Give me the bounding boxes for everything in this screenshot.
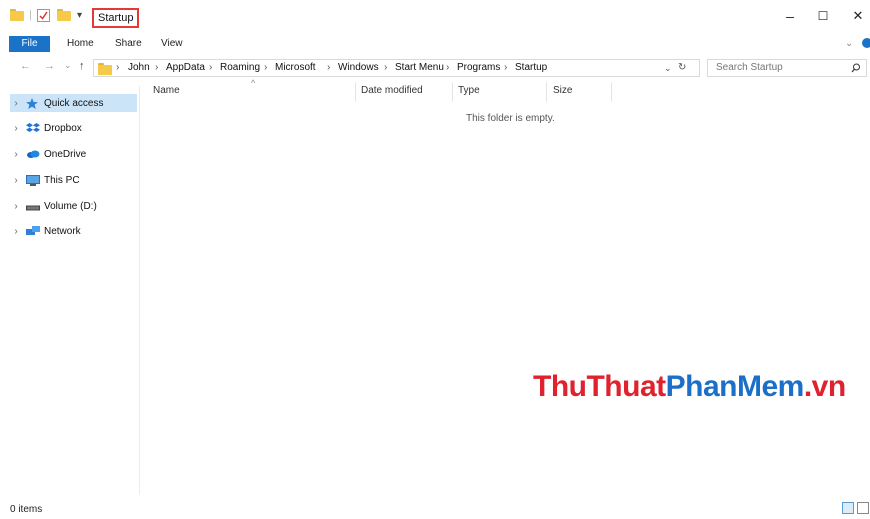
column-header-size[interactable]: Size [553,85,572,96]
properties-icon[interactable] [37,9,50,22]
empty-folder-message: This folder is empty. [466,113,555,124]
breadcrumb-appdata[interactable]: AppData [166,61,205,75]
chevron-right-icon[interactable]: › [10,226,22,237]
breadcrumb-microsoft[interactable]: Microsoft [275,61,316,75]
up-icon[interactable]: ↑ [79,60,85,72]
sidebar-item-label: OneDrive [44,148,87,160]
sidebar-item-network[interactable]: › Network [10,222,137,240]
search-placeholder: Search Startup [716,62,783,73]
sidebar-item-label: Network [44,225,81,237]
breadcrumb-windows[interactable]: Windows [338,61,379,75]
tab-share[interactable]: Share [115,36,142,52]
folder-icon [10,9,24,21]
search-input[interactable]: Search Startup [707,59,867,77]
chevron-right-icon[interactable]: › [10,123,22,134]
sidebar-item-dropbox[interactable]: › Dropbox [10,119,137,137]
breadcrumb-separator: › [116,62,120,73]
breadcrumb-programs[interactable]: Programs [457,61,500,75]
breadcrumb-roaming[interactable]: Roaming [220,61,260,75]
sidebar-item-onedrive[interactable]: › OneDrive [10,145,137,163]
computer-icon [26,175,40,186]
address-bar[interactable]: › John › AppData › Roaming › Microsoft ›… [93,59,700,77]
tab-view[interactable]: View [161,36,183,52]
maximize-button[interactable]: ☐ [808,8,838,24]
watermark-part-1: ThuThuat [533,370,666,403]
sidebar-item-label: This PC [44,174,80,186]
search-icon [851,63,861,76]
onedrive-icon [26,149,40,159]
sidebar-item-label: Dropbox [44,122,82,134]
dropbox-icon [26,123,40,133]
back-icon[interactable]: ← [20,60,31,72]
status-item-count: 0 items [10,504,43,515]
chevron-right-icon[interactable]: › [10,98,22,109]
large-icons-view-icon[interactable] [857,502,869,514]
breadcrumb-startup[interactable]: Startup [515,61,547,75]
new-folder-icon[interactable] [57,9,71,21]
chevron-right-icon[interactable]: › [10,149,22,160]
column-header-name[interactable]: Name [153,85,180,96]
tab-file[interactable]: File [9,36,50,52]
breadcrumb-separator: › [209,62,213,73]
sidebar-item-label: Quick access [44,97,104,109]
navigation-pane: › Quick access › Dropbox › OneDrive › Th… [0,86,140,495]
customize-quick-access-icon[interactable]: ▾ [77,10,82,21]
sidebar-item-volume-d[interactable]: › Volume (D:) [10,197,137,215]
breadcrumb-separator: › [446,62,450,73]
sidebar-item-quick-access[interactable]: › Quick access [10,94,137,112]
ribbon-expand-icon[interactable]: ⌄ [845,36,853,52]
details-view-icon[interactable] [842,502,854,514]
column-divider[interactable] [546,82,547,102]
close-button[interactable]: ✕ [843,8,870,24]
folder-icon [98,63,112,75]
breadcrumb-separator: › [264,62,268,73]
drive-icon [26,201,40,211]
breadcrumb-john[interactable]: John [128,61,150,75]
chevron-right-icon[interactable]: › [10,201,22,212]
address-dropdown-icon[interactable]: ⌄ [664,61,672,75]
chevron-right-icon[interactable]: › [10,175,22,186]
help-icon[interactable] [862,38,870,48]
minimize-button[interactable]: – [775,8,805,24]
column-divider[interactable] [355,82,356,102]
column-header-date-modified[interactable]: Date modified [361,85,423,96]
star-icon [26,98,40,109]
network-icon [26,226,40,236]
watermark-logo: ThuThuatPhanMem.vn [533,370,846,404]
column-header-type[interactable]: Type [458,85,480,96]
sidebar-item-label: Volume (D:) [44,200,97,212]
column-divider[interactable] [611,82,612,102]
window-title: Startup [92,8,139,28]
watermark-part-2: PhanMem [665,370,805,403]
breadcrumb-separator: › [155,62,159,73]
recent-locations-icon[interactable]: ⌄ [64,60,72,71]
breadcrumb-start-menu[interactable]: Start Menu [395,61,444,75]
column-divider[interactable] [452,82,453,102]
breadcrumb-separator: › [504,62,508,73]
breadcrumb-separator: › [384,62,388,73]
sidebar-item-this-pc[interactable]: › This PC [10,171,137,189]
breadcrumb-separator: › [327,62,331,73]
refresh-icon[interactable]: ↻ [678,61,686,75]
tab-home[interactable]: Home [67,36,94,52]
toolbar-divider: | [29,9,32,21]
forward-icon[interactable]: → [44,60,55,72]
sort-ascending-icon: ^ [251,78,256,88]
watermark-part-3: .vn [803,370,846,403]
